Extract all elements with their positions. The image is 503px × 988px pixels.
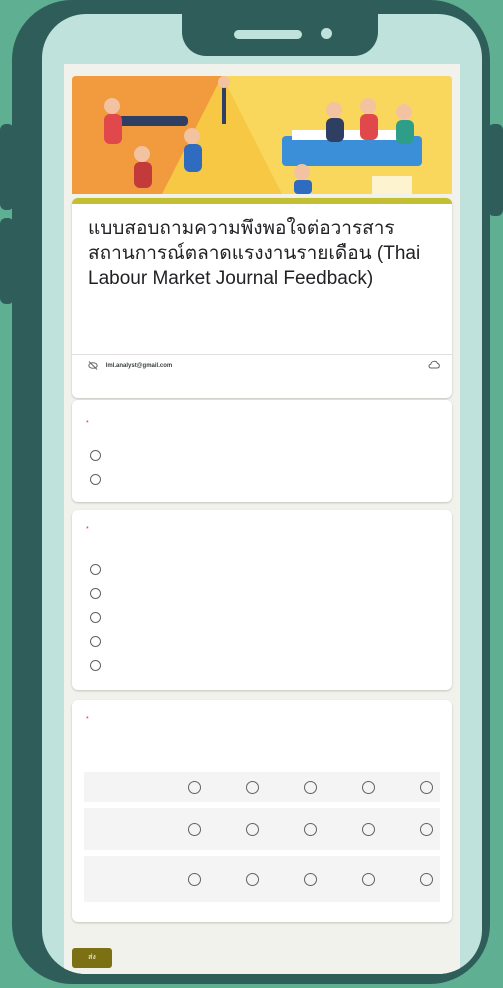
radio-button[interactable]	[420, 873, 433, 886]
divider	[72, 354, 452, 355]
form-header-card: แบบสอบถามความพึงพอใจต่อวารสารสถานการณ์ตล…	[72, 198, 452, 398]
radio-button[interactable]	[246, 781, 259, 794]
grid-row-1	[84, 772, 440, 802]
q2-option-5[interactable]	[90, 564, 111, 575]
radio-button[interactable]	[188, 873, 201, 886]
radio-button[interactable]	[90, 450, 101, 461]
radio-button[interactable]	[420, 781, 433, 794]
radio-button[interactable]	[362, 873, 375, 886]
radio-button[interactable]	[90, 564, 101, 575]
radio-button[interactable]	[304, 781, 317, 794]
question-3-title: *	[86, 716, 89, 723]
radio-button[interactable]	[188, 823, 201, 836]
phone-frame: แบบสอบถามความพึงพอใจต่อวารสารสถานการณ์ตล…	[12, 0, 490, 984]
radio-button[interactable]	[304, 823, 317, 836]
radio-button[interactable]	[304, 873, 317, 886]
speaker	[234, 30, 302, 39]
grid-row-3	[84, 856, 440, 902]
question-card-3: *	[72, 700, 452, 922]
radio-button[interactable]	[246, 823, 259, 836]
account-email: lml.analyst@gmail.com	[105, 363, 173, 370]
radio-button[interactable]	[188, 781, 201, 794]
question-1-title: *	[86, 420, 89, 427]
phone-screen: แบบสอบถามความพึงพอใจต่อวารสารสถานการณ์ตล…	[42, 14, 482, 974]
radio-button[interactable]	[420, 823, 433, 836]
form-footer: ส่ง	[64, 934, 460, 974]
eye-off-icon	[88, 361, 98, 370]
cloud-icon	[428, 360, 440, 369]
q2-option-2[interactable]	[90, 636, 111, 647]
q2-option-4[interactable]	[90, 588, 111, 599]
header-banner-illustration	[72, 76, 452, 194]
submit-button[interactable]: ส่ง	[72, 948, 112, 968]
q2-option-3[interactable]	[90, 612, 111, 623]
radio-button[interactable]	[362, 823, 375, 836]
radio-button[interactable]	[246, 873, 259, 886]
radio-button[interactable]	[90, 474, 101, 485]
phone-notch	[182, 14, 378, 56]
radio-button[interactable]	[90, 588, 101, 599]
question-card-1: *	[72, 400, 452, 502]
radio-button[interactable]	[90, 612, 101, 623]
grid-row-2	[84, 808, 440, 850]
account-row: lml.analyst@gmail.com	[88, 361, 438, 370]
q2-option-1[interactable]	[90, 660, 111, 671]
camera	[321, 28, 332, 39]
radio-button[interactable]	[90, 660, 101, 671]
radio-button[interactable]	[90, 636, 101, 647]
form-title: แบบสอบถามความพึงพอใจต่อวารสารสถานการณ์ตล…	[88, 218, 421, 289]
q1-option-2[interactable]	[90, 474, 111, 485]
phone-side-button-right	[488, 124, 503, 216]
question-card-2: *	[72, 510, 452, 690]
google-form-page[interactable]: แบบสอบถามความพึงพอใจต่อวารสารสถานการณ์ตล…	[64, 64, 460, 974]
q1-option-1[interactable]	[90, 450, 111, 461]
radio-button[interactable]	[362, 781, 375, 794]
question-2-title: *	[86, 526, 89, 533]
